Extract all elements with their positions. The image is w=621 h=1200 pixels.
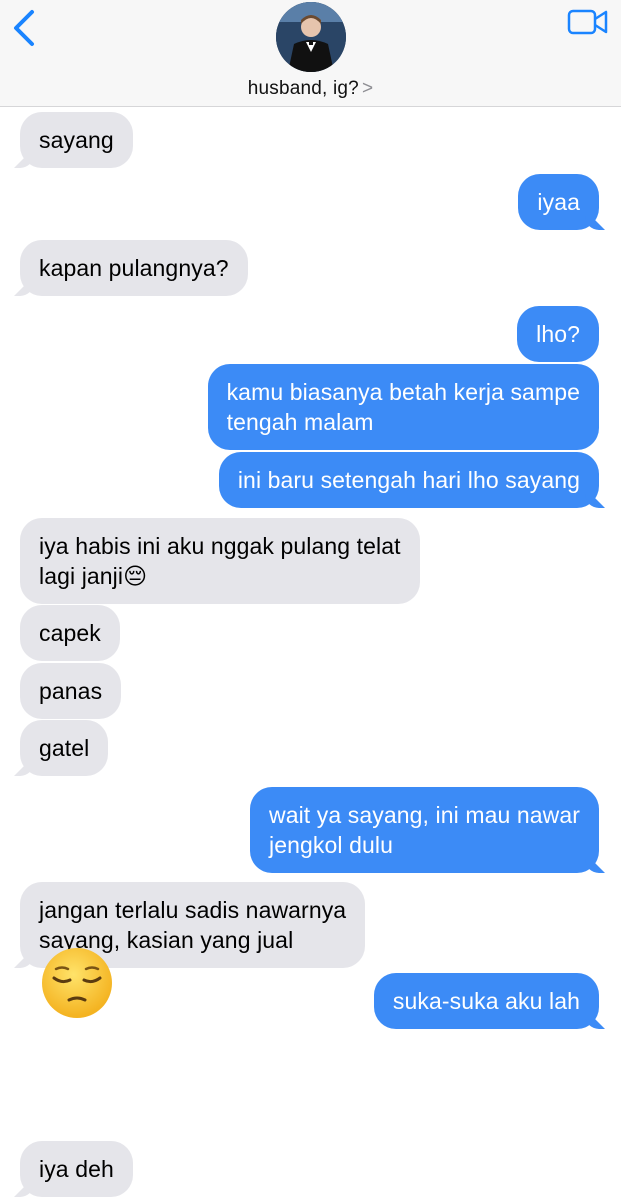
pensive-face-emoji-message[interactable]: [40, 946, 114, 1020]
video-camera-icon: [567, 9, 608, 35]
avatar-photo: [276, 2, 346, 72]
received-message[interactable]: sayang: [20, 112, 133, 168]
contact-name[interactable]: husband, ig? >: [0, 78, 621, 100]
message-thread[interactable]: sayang iyaa kapan pulangnya? lho? kamu b…: [0, 107, 621, 1200]
sent-message[interactable]: wait ya sayang, ini mau nawar jengkol du…: [250, 787, 599, 873]
pensive-face-icon: [42, 948, 112, 1018]
received-message[interactable]: panas: [20, 663, 122, 719]
sent-message[interactable]: iyaa: [518, 174, 599, 230]
received-message[interactable]: gatel: [20, 720, 109, 776]
contact-name-text: husband, ig?: [247, 78, 359, 99]
received-message[interactable]: iya deh: [20, 1141, 133, 1197]
back-button[interactable]: [10, 8, 40, 48]
chevron-right-icon: >: [361, 78, 374, 99]
facetime-video-button[interactable]: [567, 8, 609, 36]
conversation-header: husband, ig? >: [0, 0, 621, 107]
received-message[interactable]: iya habis ini aku nggak pulang telat lag…: [20, 518, 420, 604]
sent-message[interactable]: suka-suka aku lah: [373, 973, 599, 1029]
contact-avatar[interactable]: [276, 2, 346, 72]
sent-message[interactable]: ini baru setengah hari lho sayang: [218, 452, 599, 508]
sent-message[interactable]: lho?: [517, 306, 599, 362]
received-message[interactable]: capek: [20, 605, 120, 661]
chevron-left-icon: [14, 10, 34, 46]
sent-message[interactable]: kamu biasanya betah kerja sampe tengah m…: [207, 364, 599, 450]
received-message[interactable]: kapan pulangnya?: [20, 240, 248, 296]
